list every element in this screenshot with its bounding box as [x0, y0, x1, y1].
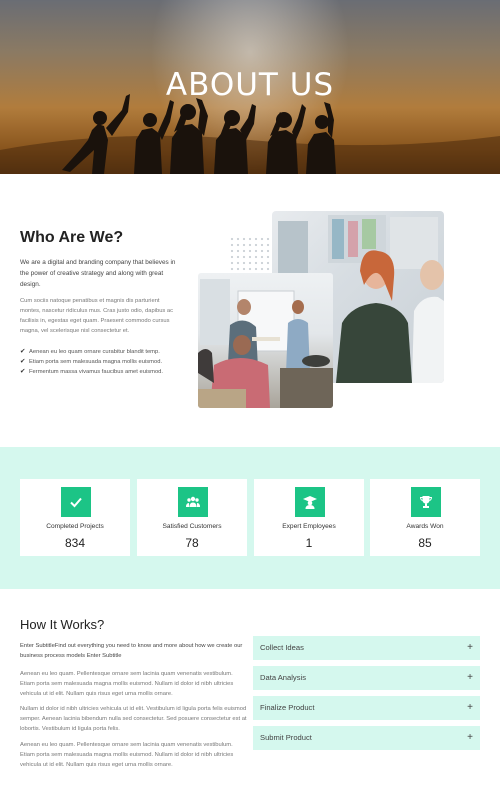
check-icon: ✔: [20, 348, 26, 355]
about-heading: Who Are We?: [20, 229, 124, 246]
stat-card: Satisfied Customers 78: [137, 479, 247, 556]
check-icon: ✔: [20, 358, 26, 365]
check-icon: ✔: [20, 368, 26, 375]
plus-icon[interactable]: +: [467, 726, 473, 750]
stat-card: Expert Employees 1: [254, 479, 364, 556]
stats-section: Completed Projects 834 Satisfied Custome…: [0, 447, 500, 589]
stat-label: Satisfied Customers: [162, 523, 222, 530]
how-subtitle: Enter SubtitleFind out everything you ne…: [20, 643, 243, 659]
plus-icon[interactable]: +: [467, 696, 473, 720]
list-item: ✔ Fermentum massa vivamus faucibus amet e…: [20, 367, 163, 377]
stat-value: 834: [64, 536, 86, 550]
stat-value: 1: [305, 536, 313, 550]
stat-label: Completed Projects: [46, 523, 104, 530]
plus-icon[interactable]: +: [467, 636, 473, 660]
accordion-item-collect-ideas[interactable]: Collect Ideas +: [253, 636, 480, 660]
how-paragraph: Nullam id dolor id nibh ultricies vehicu…: [20, 706, 247, 732]
feature-list: ✔ Aenean eu leo quam ornare curabitur bla…: [20, 347, 163, 377]
graduate-icon: [295, 487, 325, 517]
list-item: ✔ Etiam porta sem malesuada magna mollis …: [20, 357, 163, 367]
accordion-label: Data Analysis: [260, 673, 307, 682]
stat-card: Completed Projects 834: [20, 479, 130, 556]
about-body: Cum sociis natoque penatibus et magnis d…: [20, 298, 174, 334]
accordion-label: Submit Product: [260, 733, 312, 742]
trophy-icon: [411, 487, 441, 517]
stat-label: Awards Won: [406, 523, 444, 530]
stat-value: 78: [185, 536, 199, 550]
feature-text: Aenean eu leo quam ornare curabitur blan…: [29, 349, 160, 355]
how-paragraph: Aenean eu leo quam. Pellentesque ornare …: [20, 671, 234, 697]
users-icon: [178, 487, 208, 517]
hero-banner: ABOUT US: [0, 0, 500, 174]
check-icon: [61, 487, 91, 517]
accordion-label: Collect Ideas: [260, 643, 304, 652]
accordion-item-finalize-product[interactable]: Finalize Product +: [253, 696, 480, 720]
accordion-item-submit-product[interactable]: Submit Product +: [253, 726, 480, 750]
about-lead: We are a digital and branding company th…: [20, 259, 176, 288]
accordion-item-data-analysis[interactable]: Data Analysis +: [253, 666, 480, 690]
accordion-label: Finalize Product: [260, 703, 315, 712]
how-heading: How It Works?: [20, 617, 105, 632]
how-paragraph: Aenean eu leo quam. Pellentesque ornare …: [20, 742, 234, 768]
feature-text: Fermentum massa vivamus faucibus amet eu…: [29, 369, 164, 375]
stat-card: Awards Won 85: [370, 479, 480, 556]
stat-label: Expert Employees: [282, 523, 336, 530]
stat-value: 85: [418, 536, 432, 550]
plus-icon[interactable]: +: [467, 666, 473, 690]
feature-text: Etiam porta sem malesuada magna mollis e…: [29, 359, 163, 365]
team-photo-small: [198, 273, 333, 408]
list-item: ✔ Aenean eu leo quam ornare curabitur bla…: [20, 347, 163, 357]
page-title: ABOUT US: [165, 67, 335, 103]
